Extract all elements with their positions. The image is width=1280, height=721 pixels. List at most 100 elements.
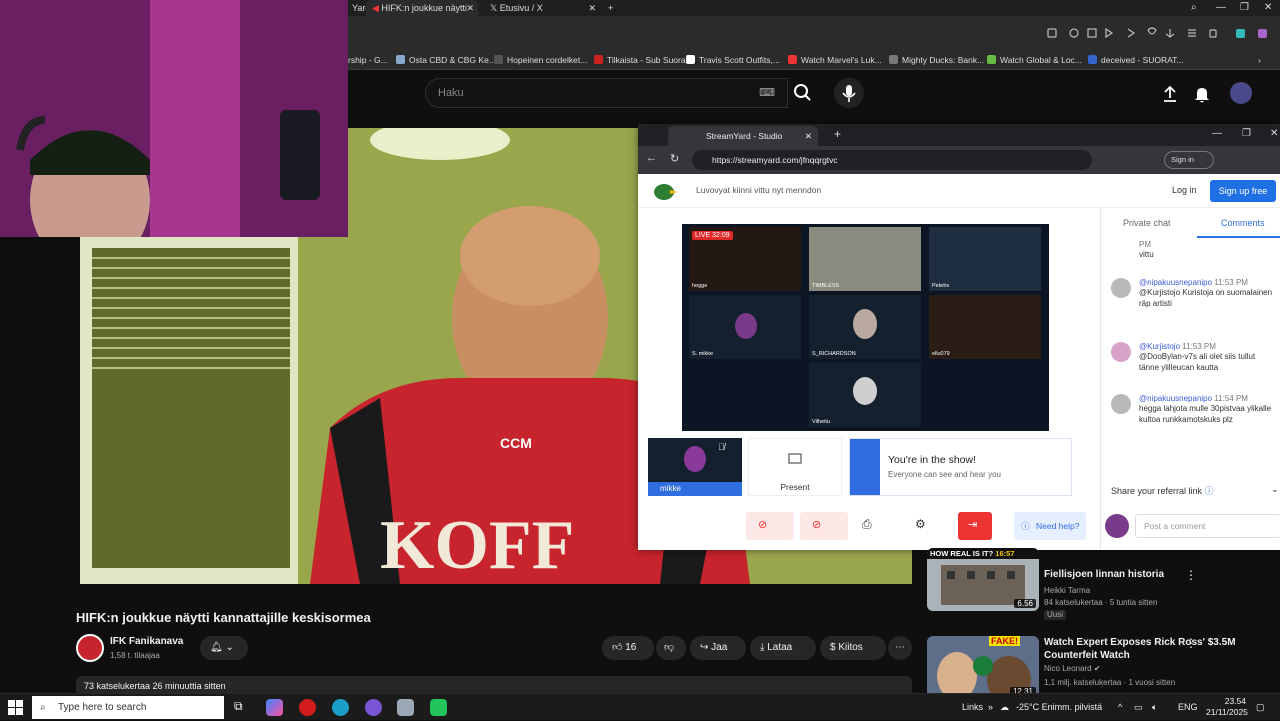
toolbar-extension-icons[interactable] (1040, 26, 1280, 40)
bookmark-item[interactable]: rship - G... (348, 50, 388, 70)
camera-toggle-button[interactable]: ⊘ (800, 512, 848, 540)
chevron-right-icon[interactable]: › (1258, 50, 1261, 70)
post-comment-input[interactable]: Post a comment (1135, 514, 1280, 538)
more-options-icon[interactable]: ⋮ (1185, 568, 1197, 582)
recommendation-channel[interactable]: Nico Leonard ✔ (1044, 664, 1101, 674)
recommendation-channel[interactable]: Heikki Tarma (1044, 586, 1090, 596)
bookmark-item[interactable]: Travis Scott Outfits,... (686, 50, 780, 70)
more-actions-button[interactable]: ⋯ (888, 636, 912, 660)
share-button[interactable]: ↪ Jaa (690, 636, 746, 660)
volume-icon[interactable]: 🔈︎ (1152, 694, 1157, 721)
search-button[interactable] (788, 78, 818, 108)
app-icon[interactable] (397, 699, 414, 716)
channel-name[interactable]: IFK Fanikanava (110, 636, 183, 647)
network-icon[interactable]: ▭ (1134, 694, 1143, 721)
reload-icon[interactable]: ↻ (670, 152, 679, 165)
download-button[interactable]: ⤓ Lataa (750, 636, 816, 660)
keyboard-icon[interactable]: ⌨ (759, 79, 775, 107)
minimize-icon[interactable]: — (1216, 0, 1226, 16)
new-tab-button[interactable]: + (834, 127, 841, 141)
chevron-right-icon[interactable]: » (988, 694, 993, 721)
bookmark-item[interactable]: Watch Marvel's Luk... (788, 50, 882, 70)
mic-off-icon: ⊘ (758, 519, 768, 531)
guest-tile[interactable]: LIVE 32:09 hegge (689, 227, 801, 291)
notifications-bell-icon[interactable] (1192, 84, 1212, 104)
video-thumbnail[interactable]: FAKE! 12.31 (927, 636, 1039, 699)
voice-search-button[interactable] (834, 78, 864, 108)
new-tab-button[interactable]: + (602, 0, 619, 16)
taskbar-search-input[interactable]: ⌕ Type here to search (32, 696, 224, 719)
close-icon[interactable]: ✕ (805, 126, 812, 146)
sign-up-button[interactable]: Sign up free (1210, 180, 1276, 202)
recommendation-meta: 84 katselukertaa · 5 tuntia sitten (1044, 598, 1158, 607)
guest-tile[interactable]: Vilheitu (809, 363, 921, 427)
video-thumbnail[interactable]: HOW REAL IS IT? 16:57 6.56 (927, 548, 1039, 611)
recommendation-item[interactable]: HOW REAL IS IT? 16:57 6.56 Fiellisjoen l… (927, 548, 1277, 628)
chevron-up-icon[interactable]: ^ (1118, 694, 1122, 721)
app-icon[interactable] (430, 699, 447, 716)
back-arrow-icon[interactable]: ← (646, 152, 657, 164)
notifications-icon[interactable]: ▢ (1256, 694, 1265, 721)
recommendation-title[interactable]: Watch Expert Exposes Rick Ross' $3.5M Co… (1044, 636, 1249, 662)
tab-streamyard[interactable]: StreamYard - Studio ✕ (668, 126, 818, 146)
tab-comments[interactable]: Comments (1221, 218, 1265, 228)
url-field[interactable]: https://streamyard.com/jfnqqrgtvc (692, 150, 1092, 170)
more-options-icon[interactable]: ⋮ (1185, 636, 1197, 650)
dislike-button[interactable]: 👎︎ (656, 636, 686, 660)
bookmark-item[interactable]: deceived - SUORAT... (1088, 50, 1184, 70)
windows-start-icon[interactable] (8, 700, 24, 716)
muted-mic-icon[interactable]: 🎙̸ (718, 442, 725, 452)
bookmark-item[interactable]: Mighty Ducks: Bank... (889, 50, 984, 70)
like-button[interactable]: 👍︎ 16 (602, 636, 654, 660)
restore-icon[interactable]: ❐ (1240, 0, 1249, 16)
opera-icon[interactable] (299, 699, 316, 716)
channel-avatar[interactable] (76, 634, 104, 662)
tab-x-home[interactable]: 𝕏 Etusivu / X ✕ (484, 0, 600, 16)
search-input[interactable]: Haku ⌨ (425, 78, 788, 108)
weather-widget[interactable]: -25°C Enimm. pilvistä (1016, 694, 1102, 721)
tab-private-chat[interactable]: Private chat (1123, 218, 1171, 228)
edge-icon[interactable] (332, 699, 349, 716)
recommendation-title[interactable]: Fiellisjoen linnan historia (1044, 568, 1249, 581)
guest-tile[interactable]: S_RICHARDSON (809, 295, 921, 359)
avatar[interactable] (1230, 82, 1252, 104)
guest-tile[interactable]: ellu079 (929, 295, 1041, 359)
settings-gear-icon[interactable]: ⚙ (915, 517, 926, 531)
notifications-subscribe-button[interactable]: 🔔︎ ⌄ (200, 636, 248, 660)
sign-in-button[interactable]: Sign in (1164, 151, 1214, 169)
copilot-icon[interactable] (266, 699, 283, 716)
bookmark-item[interactable]: Tilkaista - Sub Suora (594, 50, 686, 70)
bookmark-item[interactable]: Hopeinen cordelket... (494, 50, 587, 70)
share-screen-icon[interactable]: ⎙ (862, 517, 872, 532)
recommendation-item[interactable]: FAKE! 12.31 Watch Expert Exposes Rick Ro… (927, 636, 1277, 699)
chat-app-icon[interactable] (365, 699, 382, 716)
close-icon[interactable]: ✕ (466, 0, 474, 16)
search-tabs-icon[interactable]: ⌕ (1191, 0, 1197, 16)
login-link[interactable]: Log in (1172, 185, 1197, 195)
upload-icon[interactable] (1160, 84, 1180, 104)
close-window-icon[interactable]: ✕ (1264, 0, 1272, 16)
tab-youtube-video[interactable]: ◀ HIFK:n joukkue näytti ✕ (366, 0, 478, 16)
self-view-tile[interactable]: 🎙̸ mikke (648, 438, 742, 496)
clock[interactable]: 23.54 21/11/2025 (1206, 696, 1248, 718)
links-toolbar[interactable]: Links (962, 694, 983, 721)
close-window-icon[interactable]: ✕ (1270, 128, 1278, 139)
task-view-icon[interactable]: ⧉ (234, 699, 243, 714)
language-indicator[interactable]: ENG (1178, 694, 1198, 721)
need-help-button[interactable]: ⓘ Need help? (1014, 512, 1086, 540)
restore-icon[interactable]: ❐ (1242, 128, 1251, 139)
guest-tile[interactable]: S. mikke (689, 295, 801, 359)
mute-toggle-button[interactable]: ⊘ (746, 512, 794, 540)
minimize-icon[interactable]: — (1212, 128, 1222, 139)
weather-icon[interactable]: ☁ (1000, 694, 1009, 721)
bookmark-item[interactable]: Osta CBD & CBG Ke... (396, 50, 496, 70)
bookmark-item[interactable]: Watch Global & Loc... (987, 50, 1082, 70)
guest-tile[interactable]: Petelrs (929, 227, 1041, 291)
close-icon[interactable]: ✕ (588, 0, 596, 16)
leave-studio-button[interactable]: ⇥ (958, 512, 992, 540)
referral-link-row[interactable]: Share your referral link ⓘ (1111, 484, 1214, 497)
thanks-button[interactable]: $ Kiitos (820, 636, 886, 660)
present-button[interactable]: Present (748, 438, 842, 496)
chevron-down-icon[interactable]: ⌄ (1271, 484, 1279, 495)
guest-tile[interactable]: TIMBLESS (809, 227, 921, 291)
